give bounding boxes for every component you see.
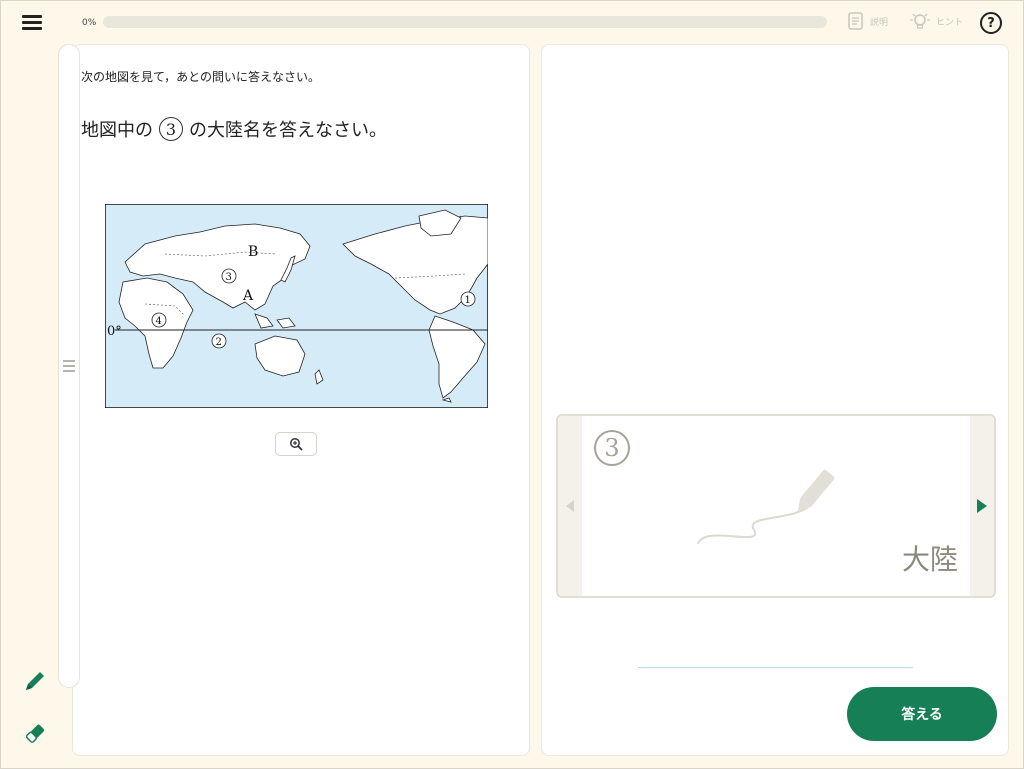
explain-button[interactable]: 説明 xyxy=(847,12,888,30)
map-label-3: 3 xyxy=(226,272,232,283)
map-label-1: 1 xyxy=(465,295,471,306)
progress-label: 0% xyxy=(82,18,97,28)
document-icon xyxy=(848,12,863,30)
menu-icon[interactable] xyxy=(20,12,44,34)
question-prefix: 地図中の xyxy=(81,120,153,141)
answer-card[interactable]: 3 大陸 xyxy=(556,414,996,598)
card-number: 3 xyxy=(594,430,630,466)
map-label-A: A xyxy=(242,288,254,304)
eraser-tool-button[interactable] xyxy=(22,720,48,746)
prev-card-button[interactable] xyxy=(558,416,582,596)
handwriting-hint-icon xyxy=(697,469,834,545)
lightbulb-icon xyxy=(910,13,930,29)
explain-label: 説明 xyxy=(870,17,889,28)
zoom-in-icon xyxy=(290,438,303,451)
map-label-equator: 0° xyxy=(107,324,122,339)
resize-handle-icon[interactable] xyxy=(61,357,77,379)
question-text: 地図中の 3 の大陸名を答えなさい。 xyxy=(81,116,387,142)
answer-suffix: 大陸 xyxy=(901,543,958,576)
answer-panel xyxy=(541,44,1009,756)
progress-bar xyxy=(103,16,827,28)
triangle-right-icon xyxy=(977,499,987,513)
submit-button[interactable]: 答える xyxy=(847,687,997,741)
next-card-button[interactable] xyxy=(970,416,994,596)
answer-input-line xyxy=(638,667,913,668)
hint-button[interactable]: ヒント xyxy=(909,12,963,30)
question-number: 3 xyxy=(159,117,183,141)
question-instruction: 次の地図を見て，あとの問いに答えなさい。 xyxy=(81,70,321,84)
pen-tool-button[interactable] xyxy=(22,668,48,694)
map-label-B: B xyxy=(248,244,258,260)
help-button[interactable]: ? xyxy=(980,12,1002,34)
eraser-icon xyxy=(25,724,45,743)
question-suffix: の大陸名を答えなさい。 xyxy=(189,120,387,141)
triangle-left-icon xyxy=(566,500,574,512)
map-label-2: 2 xyxy=(216,337,222,348)
map-label-4: 4 xyxy=(156,316,162,327)
pencil-icon xyxy=(26,672,44,690)
zoom-button[interactable] xyxy=(275,432,317,456)
hint-label: ヒント xyxy=(936,17,964,28)
world-map: 0° B A 3 1 2 4 xyxy=(105,204,488,408)
